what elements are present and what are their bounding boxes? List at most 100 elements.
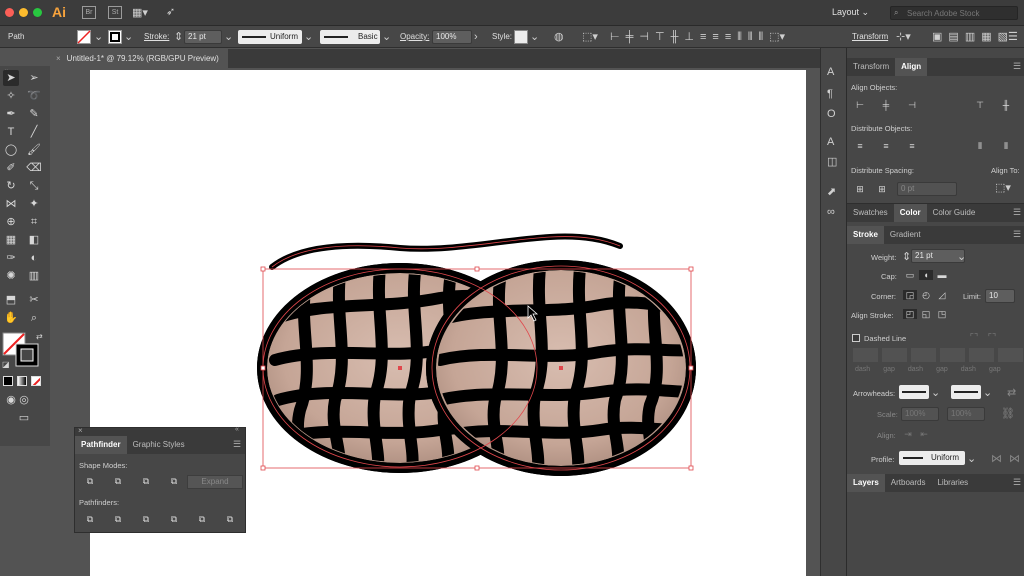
round-join-icon[interactable]: ◴ — [919, 290, 933, 300]
horizontal-spacing-icon[interactable]: ⊞ — [875, 184, 889, 194]
gap-field-2[interactable] — [940, 348, 965, 362]
stroke-profile-dropdown-icon[interactable]: ⌄ — [967, 453, 976, 465]
tab-color-guide[interactable]: Color Guide — [927, 204, 982, 222]
unite-icon[interactable]: ⧉ — [83, 476, 97, 486]
pathfinder-panel-header[interactable]: × « — [75, 426, 245, 436]
panel-menu-icon[interactable]: ☰ — [233, 439, 241, 450]
align-stroke-outside-icon[interactable]: ◳ — [935, 309, 949, 319]
scale-label: Scale: — [877, 410, 898, 419]
distribute-bottom-icon[interactable]: ≡ — [905, 141, 919, 151]
outline-icon[interactable]: ⧉ — [195, 514, 209, 524]
dash-field-2[interactable] — [911, 348, 936, 362]
close-panel-icon[interactable]: × — [78, 426, 83, 435]
projecting-cap-icon[interactable]: ▬ — [935, 270, 949, 280]
pathfinder-tabs: Pathfinder Graphic Styles ☰ — [75, 436, 245, 454]
arrowhead-line-preview — [902, 391, 926, 393]
gap-label: gap — [883, 366, 895, 373]
distribute-vcenter-icon[interactable]: ≡ — [879, 141, 893, 151]
align-stroke-center-icon[interactable]: ◰ — [903, 309, 917, 319]
gap-field-3[interactable] — [998, 348, 1023, 362]
align-panel-menu-icon[interactable]: ☰ — [1013, 61, 1021, 72]
exclude-icon[interactable]: ⧉ — [167, 476, 181, 486]
trim-icon[interactable]: ⧉ — [111, 514, 125, 524]
tab-align[interactable]: Align — [895, 58, 928, 76]
tab-stroke[interactable]: Stroke — [847, 226, 884, 244]
stroke-panel-tabs: Stroke Gradient ☰ — [847, 226, 1024, 244]
collapse-panel-icon[interactable]: « — [235, 426, 239, 433]
stroke-panel-menu-icon[interactable]: ☰ — [1013, 229, 1021, 240]
crop-icon[interactable]: ⧉ — [167, 514, 181, 524]
tab-graphic-styles[interactable]: Graphic Styles — [127, 436, 191, 454]
stroke-profile-dropdown[interactable]: Uniform — [899, 451, 965, 465]
flip-along-icon[interactable]: ⋈ — [991, 453, 1002, 465]
miter-join-icon[interactable]: ◲ — [903, 290, 917, 300]
end-arrowhead-dropdown-icon[interactable]: ⌄ — [983, 387, 992, 399]
dash-labels: dash gap dash gap dash gap — [855, 366, 1001, 373]
vertical-spacing-icon[interactable]: ⊞ — [853, 184, 867, 194]
tab-transform[interactable]: Transform — [847, 58, 895, 76]
flip-across-icon[interactable]: ⋈ — [1009, 453, 1020, 465]
expand-button[interactable]: Expand — [187, 475, 243, 489]
dash-field-3[interactable] — [969, 348, 994, 362]
stroke-profile-value: Uniform — [931, 453, 960, 462]
minus-front-icon[interactable]: ⧉ — [111, 476, 125, 486]
swap-arrowheads-icon[interactable]: ⇄ — [1007, 387, 1016, 399]
minus-back-icon[interactable]: ⧉ — [223, 514, 237, 524]
paragraph-panel-icon[interactable]: ¶ — [827, 88, 833, 100]
tab-artboards[interactable]: Artboards — [885, 474, 932, 492]
spacing-field[interactable]: 0 pt — [897, 182, 957, 196]
preserve-dashes-icon[interactable]: ⌜⌝ — [967, 332, 981, 342]
tab-color[interactable]: Color — [893, 204, 927, 222]
gap-field-1[interactable] — [882, 348, 907, 362]
distribute-hcenter-icon[interactable]: ⫴ — [999, 141, 1013, 151]
character-panel-icon[interactable]: A — [827, 66, 834, 78]
align-left-icon[interactable]: ⊢ — [853, 100, 867, 110]
butt-cap-icon[interactable]: ▭ — [903, 270, 917, 280]
arrowheads-label: Arrowheads: — [853, 389, 896, 398]
dashed-line-checkbox[interactable] — [852, 334, 860, 342]
dash-field-1[interactable] — [853, 348, 878, 362]
align-dashes-icon[interactable]: ⌜⌝ — [985, 332, 999, 342]
weight-stepper[interactable]: ⇕ — [902, 251, 911, 263]
align-right-icon[interactable]: ⊣ — [905, 100, 919, 110]
tab-libraries[interactable]: Libraries — [931, 474, 974, 492]
divide-icon[interactable]: ⧉ — [83, 514, 97, 524]
tab-swatches[interactable]: Swatches — [847, 204, 894, 222]
align-to-selection-icon[interactable]: ⬚▾ — [995, 182, 1011, 194]
bevel-join-icon[interactable]: ◿ — [935, 290, 949, 300]
merge-icon[interactable]: ⧉ — [139, 514, 153, 524]
start-arrowhead-dropdown[interactable] — [899, 385, 929, 399]
tab-gradient[interactable]: Gradient — [884, 226, 927, 244]
tab-pathfinder[interactable]: Pathfinder — [75, 436, 127, 454]
round-cap-icon[interactable]: ◖ — [919, 270, 933, 280]
intersect-icon[interactable]: ⧉ — [139, 476, 153, 486]
align-panel-tabs: Transform Align ☰ — [847, 58, 1024, 76]
link-scale-icon[interactable]: ⛓ — [1001, 408, 1015, 420]
end-arrowhead-dropdown[interactable] — [951, 385, 981, 399]
distribute-left-icon[interactable]: ⫴ — [973, 141, 987, 151]
export-panel-icon[interactable]: ⬈ — [827, 186, 836, 198]
arrow-tip-beyond-icon[interactable]: ⇥ — [901, 429, 915, 439]
links-panel-icon[interactable]: ∞ — [827, 206, 835, 218]
align-hcenter-icon[interactable]: ╪ — [879, 100, 893, 110]
pathfinder-panel: × « Pathfinder Graphic Styles ☰ Shape Mo… — [74, 426, 246, 533]
align-top-icon[interactable]: ⊤ — [973, 100, 987, 110]
right-panel-dock: Transform Align ☰ Align Objects: ⊢ ╪ ⊣ ⊤… — [846, 48, 1024, 576]
left-center-point — [398, 366, 402, 370]
weight-dropdown-icon[interactable]: ⌄ — [957, 251, 966, 263]
limit-field[interactable]: 10 — [985, 289, 1015, 303]
arrow-tip-at-end-icon[interactable]: ⇤ — [917, 429, 931, 439]
distribute-top-icon[interactable]: ≡ — [853, 141, 867, 151]
layers-panel-menu-icon[interactable]: ☰ — [1013, 477, 1021, 488]
color-panel-menu-icon[interactable]: ☰ — [1013, 207, 1021, 218]
align-stroke-inside-icon[interactable]: ◱ — [919, 309, 933, 319]
start-scale-field[interactable]: 100% — [901, 407, 939, 421]
opentype-panel-icon[interactable]: O — [827, 108, 836, 120]
weight-label: Weight: — [871, 253, 897, 262]
end-scale-field[interactable]: 100% — [947, 407, 985, 421]
align-vcenter-icon[interactable]: ╫ — [999, 100, 1013, 110]
start-arrowhead-dropdown-icon[interactable]: ⌄ — [931, 387, 940, 399]
tab-layers[interactable]: Layers — [847, 474, 885, 492]
transparency-panel-icon[interactable]: ◫ — [827, 156, 837, 168]
glyphs-panel-icon[interactable]: A — [827, 136, 834, 148]
